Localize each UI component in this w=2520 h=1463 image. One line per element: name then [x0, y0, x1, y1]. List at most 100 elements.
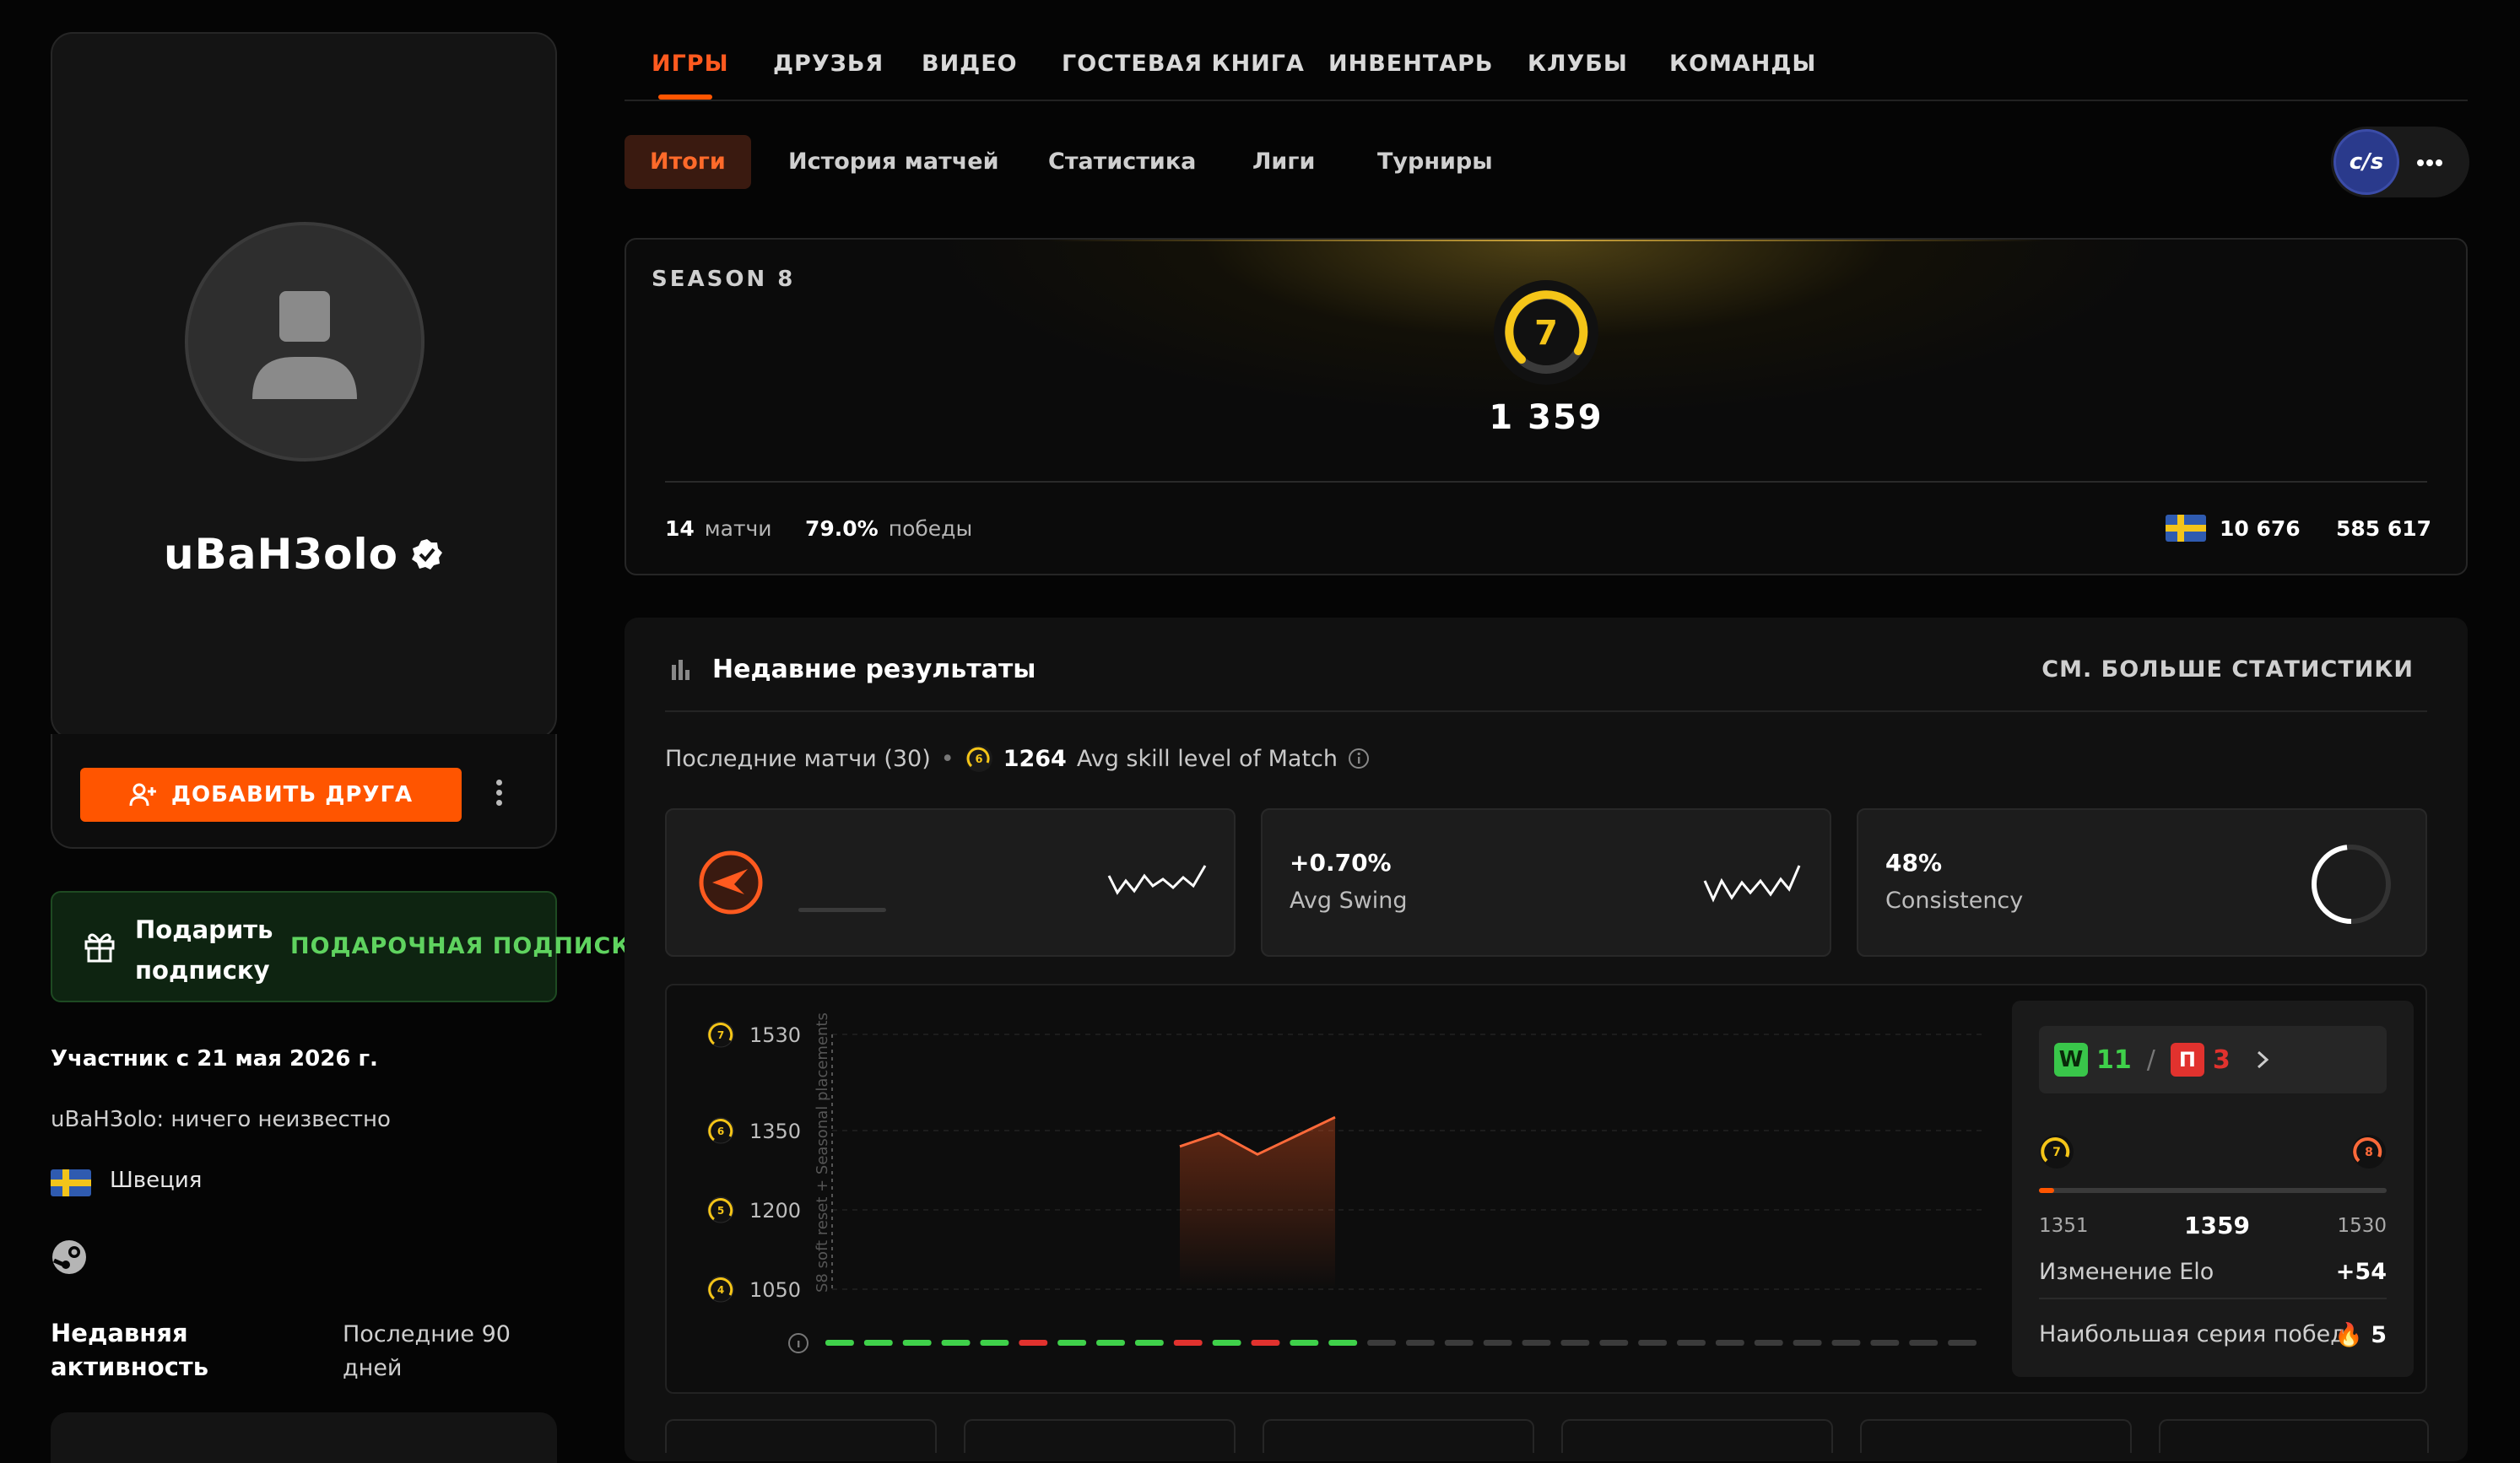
tab-inventory[interactable]: ИНВЕНТАРЬ	[1328, 51, 1494, 77]
result-segment	[1754, 1340, 1783, 1346]
bottom-card	[51, 1412, 557, 1463]
consistency-label: Consistency	[1885, 888, 2024, 914]
tab-guestbook[interactable]: ГОСТЕВАЯ КНИГА	[1062, 51, 1305, 77]
win-loss-box[interactable]: W 11 / П 3	[2039, 1026, 2387, 1093]
tab-videos[interactable]: ВИДЕО	[922, 51, 1018, 77]
more-horizontal-icon[interactable]	[2417, 154, 2445, 170]
last-matches-label: Последние матчи (30)	[665, 745, 931, 772]
subtab-match-history[interactable]: История матчей	[788, 135, 999, 189]
result-segment	[1019, 1340, 1048, 1346]
tab-clubs[interactable]: КЛУБЫ	[1528, 51, 1628, 77]
global-rank[interactable]: 585 617	[2336, 516, 2431, 541]
elo-range-track	[2039, 1188, 2387, 1193]
level-from-icon: 7	[2040, 1135, 2074, 1169]
bottom-tile	[665, 1419, 937, 1453]
season-label: SEASON 8	[652, 267, 796, 292]
tick-level-label: 4	[717, 1284, 724, 1296]
result-segment	[1134, 1340, 1164, 1346]
subtab-leagues[interactable]: Лиги	[1252, 135, 1315, 189]
y-tick-label: 1530	[749, 1023, 801, 1047]
svg-text:6: 6	[975, 753, 982, 766]
recent-results-card: Недавние результаты СМ. БОЛЬШЕ СТАТИСТИК…	[625, 618, 2468, 1461]
result-segment	[1290, 1340, 1319, 1346]
cs-logo-icon[interactable]: c/s	[2333, 129, 2399, 195]
result-segment	[825, 1340, 854, 1346]
result-segment	[1909, 1340, 1939, 1346]
stat-box-consistency[interactable]: 48% Consistency	[1857, 808, 2427, 957]
svg-text:7: 7	[2052, 1146, 2061, 1159]
divider	[2039, 1298, 2387, 1299]
result-segment	[980, 1340, 1009, 1346]
username-row: uBaH3olo	[52, 530, 555, 579]
info-icon[interactable]	[1348, 748, 1370, 769]
result-segment	[1831, 1340, 1861, 1346]
level-to-icon: 8	[2352, 1135, 2386, 1169]
result-segment	[1948, 1340, 1977, 1346]
gift-subscription-card: Подарить подписку ПОДАРОЧНАЯ ПОДПИСКА	[51, 891, 648, 1002]
country-rank[interactable]: 10 676	[2220, 516, 2301, 541]
stat-box-avg-swing[interactable]: +0.70% Avg Swing	[1261, 808, 1831, 957]
result-segment	[1870, 1340, 1900, 1346]
result-segment	[1212, 1340, 1241, 1346]
info-icon-bar	[798, 1341, 800, 1347]
tab-games[interactable]: ИГРЫ	[652, 51, 729, 77]
sweden-flag-icon	[2166, 515, 2206, 542]
skill-level-gauge-icon: 7	[1494, 280, 1598, 385]
sparkline	[1703, 865, 1801, 903]
range-max: 1530	[2337, 1215, 2387, 1237]
more-stats-link[interactable]: СМ. БОЛЬШЕ СТАТИСТИКИ	[2041, 656, 2414, 683]
more-options-icon[interactable]	[491, 780, 506, 810]
season-marker-label: S8 soft reset + Seasonal placements	[814, 1012, 831, 1293]
active-tab-indicator	[658, 94, 712, 100]
subtab-overview[interactable]: Итоги	[625, 135, 751, 189]
elo-range-fill	[2039, 1188, 2054, 1193]
result-segment	[1328, 1340, 1358, 1346]
result-segment	[1057, 1340, 1087, 1346]
result-segment	[1522, 1340, 1551, 1346]
tab-teams[interactable]: КОМАНДЫ	[1669, 51, 1816, 77]
add-friend-label: ДОБАВИТЬ ДРУГА	[170, 782, 414, 807]
subtab-statistics[interactable]: Статистика	[1048, 135, 1196, 189]
season-winrate: 79.0% победы	[805, 516, 973, 541]
gift-title: Подарить подписку	[135, 915, 273, 985]
elo-chart-panel: 7 1530 6 1350 5 1200 4 1050 S8 soft reset + Seas…	[665, 984, 2427, 1394]
range-current: 1359	[2184, 1212, 2250, 1239]
steam-icon[interactable]	[51, 1239, 88, 1276]
result-segment	[1367, 1340, 1396, 1346]
result-segment	[1173, 1340, 1203, 1346]
main-tabs: ИГРЫ ДРУЗЬЯ ВИДЕО ГОСТЕВАЯ КНИГА ИНВЕНТА…	[625, 0, 2468, 101]
chevron-right-icon	[2257, 1050, 2269, 1069]
result-segment	[1406, 1340, 1435, 1346]
username: uBaH3olo	[164, 530, 398, 579]
bottom-tile	[1860, 1419, 2132, 1453]
country: Швеция	[110, 1168, 203, 1193]
result-segment	[1599, 1340, 1629, 1346]
result-segment	[941, 1340, 971, 1346]
consistency-value: 48%	[1885, 849, 1943, 877]
tab-friends[interactable]: ДРУЗЬЯ	[773, 51, 884, 77]
stat-box-skill[interactable]	[665, 808, 1236, 957]
subtab-tournaments[interactable]: Турниры	[1377, 135, 1493, 189]
add-friend-button[interactable]: ДОБАВИТЬ ДРУГА	[80, 768, 462, 822]
avg-swing-label: Avg Swing	[1290, 888, 1408, 914]
result-segment	[1638, 1340, 1668, 1346]
gift-subscription-link[interactable]: ПОДАРОЧНАЯ ПОДПИСКА	[290, 933, 649, 959]
add-user-icon	[129, 783, 156, 807]
elo-chart: 7 1530 6 1350 5 1200 4 1050 S8 soft reset + Seas…	[707, 1012, 1983, 1353]
bottom-tile	[1263, 1419, 1534, 1453]
match-summary-panel: W 11 / П 3 7 8 1351 1359 1530 Изменение …	[2012, 1001, 2414, 1377]
divider	[665, 481, 2427, 483]
profile-actions: ДОБАВИТЬ ДРУГА	[51, 734, 557, 849]
wins-count: 11	[2096, 1045, 2132, 1075]
sweden-flag-icon	[51, 1169, 91, 1196]
profile-card: uBaH3olo	[51, 32, 557, 739]
member-since: Участник с 21 мая 2026 г.	[51, 1046, 378, 1072]
result-segment	[1715, 1340, 1744, 1346]
result-segment	[902, 1340, 932, 1346]
game-selector[interactable]: c/s	[2331, 127, 2469, 197]
recent-activity-label: Недавняя активность	[51, 1319, 209, 1381]
win-streak-value: 🔥 5	[2334, 1322, 2387, 1348]
loss-badge: П	[2170, 1043, 2204, 1077]
losses-count: 3	[2212, 1045, 2231, 1075]
faceit-icon	[699, 850, 763, 915]
